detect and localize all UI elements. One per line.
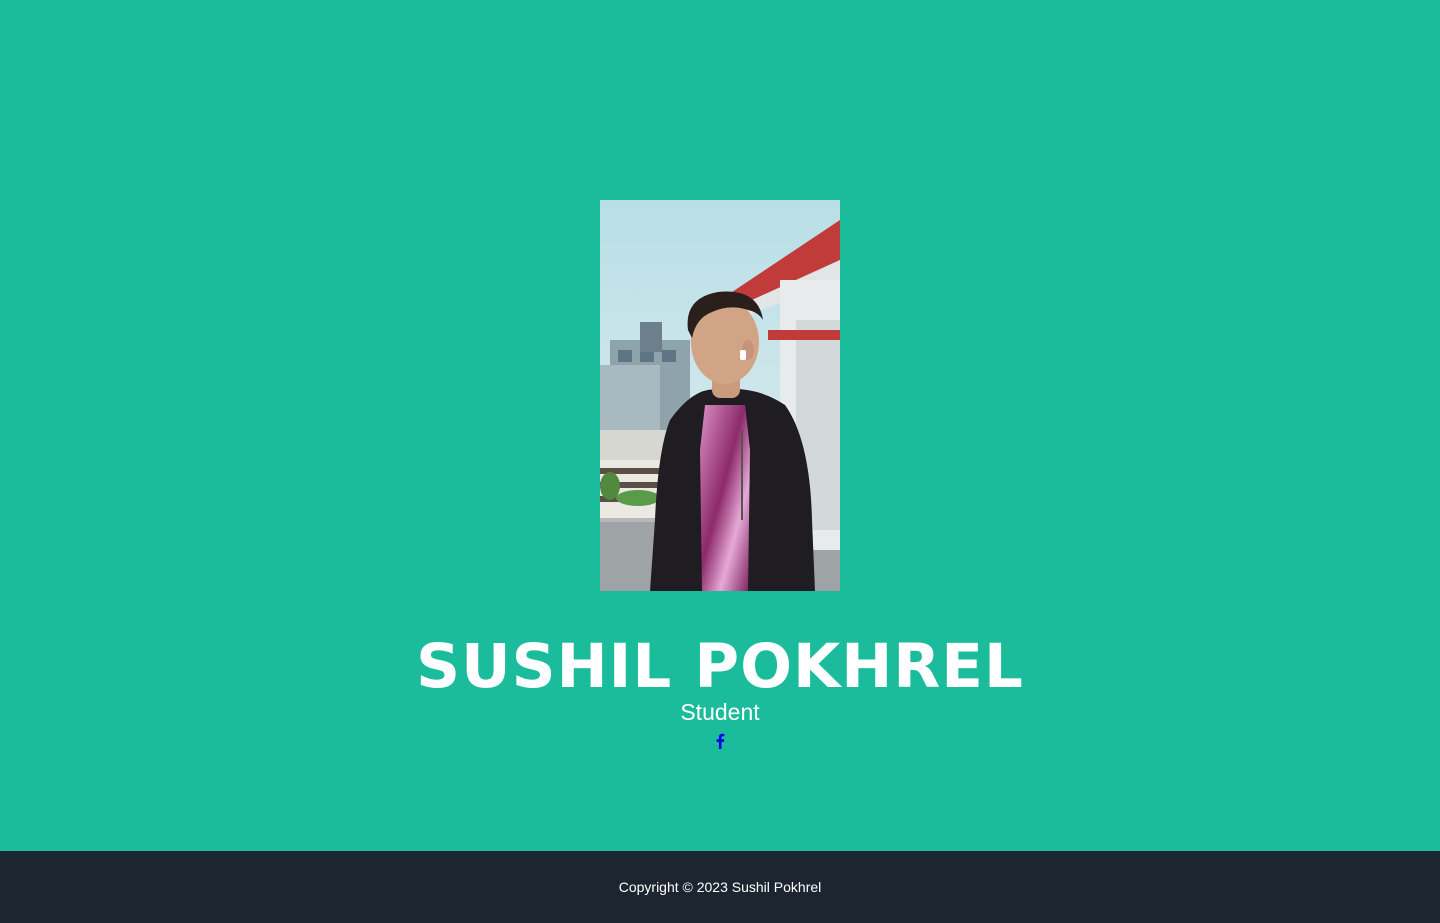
facebook-icon <box>715 733 725 754</box>
profile-role: Student <box>680 699 760 725</box>
hero-section: SUSHIL POKHREL Student <box>0 0 1440 851</box>
copyright-text: Copyright © 2023 Sushil Pokhrel <box>618 879 822 895</box>
profile-name: SUSHIL POKHREL <box>416 631 1024 702</box>
facebook-link[interactable] <box>710 733 730 753</box>
profile-photo <box>600 200 840 591</box>
